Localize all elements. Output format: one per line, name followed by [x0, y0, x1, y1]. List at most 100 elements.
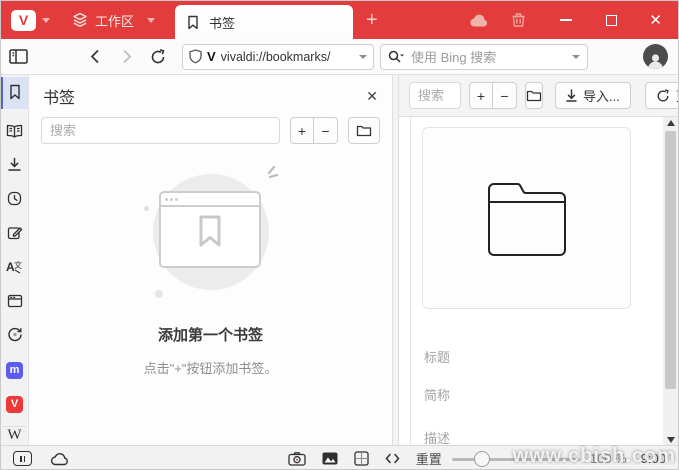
bookmark-icon	[8, 84, 22, 103]
page-search-input[interactable]	[409, 82, 461, 109]
panel-toolbar: + −	[29, 117, 392, 144]
break-mode-icon[interactable]	[13, 451, 32, 466]
import-label: 导入...	[583, 89, 620, 104]
new-tab-button[interactable]: +	[366, 10, 378, 30]
clock-display: 9:00	[640, 451, 666, 466]
zoom-level-value[interactable]: 100 %	[590, 451, 627, 466]
page-add-remove-group: + −	[469, 82, 517, 109]
bookmark-ribbon-icon	[161, 215, 259, 249]
translate-icon: A文	[6, 259, 23, 277]
url-dropdown-icon[interactable]	[359, 54, 367, 59]
panel-search-input[interactable]	[41, 117, 280, 144]
back-button[interactable]	[90, 49, 100, 64]
sidebar-item-notes[interactable]	[1, 217, 28, 251]
bookmarks-empty-state: 添加第一个书签 点击"+"按钮添加书签。	[29, 144, 392, 377]
browser-window: V 工作区 书签 + ✕ V vivaldi://bookmarks/ 使用 B…	[0, 0, 679, 470]
browser-window-illustration	[158, 191, 261, 268]
window-panel-icon	[7, 294, 23, 311]
sync-cloud-icon[interactable]	[469, 13, 491, 28]
sidebar-item-reading-list[interactable]	[1, 115, 28, 149]
field-nickname-label: 简称	[424, 388, 451, 403]
page-remove-bookmark-button[interactable]: −	[493, 82, 517, 109]
workspaces-icon	[72, 12, 88, 28]
sidebar-item-history[interactable]	[1, 183, 28, 217]
page-toolbar: + − 导入... 更	[399, 75, 678, 117]
zoom-reset-button[interactable]: 重置	[416, 449, 442, 468]
workspace-button[interactable]: 工作区	[72, 11, 156, 30]
panel-close-icon[interactable]: ✕	[366, 88, 378, 105]
thumbnail-preview-card	[422, 127, 631, 309]
toggle-images-icon[interactable]	[322, 452, 338, 465]
page-content: 标题 简称 描述	[399, 117, 678, 445]
sidebar-item-translate[interactable]: A文	[1, 251, 28, 285]
zoom-slider-track[interactable]	[451, 457, 580, 461]
update-thumbnails-button[interactable]: 更	[644, 82, 678, 109]
field-description-label: 描述	[424, 431, 451, 445]
page-add-bookmark-button[interactable]: +	[469, 82, 493, 109]
downloads-icon	[7, 157, 22, 175]
workspace-label: 工作区	[95, 13, 135, 29]
panel-add-remove-group: + −	[290, 117, 338, 144]
trash-icon[interactable]	[511, 12, 526, 28]
shield-icon[interactable]	[189, 49, 202, 64]
capture-page-icon[interactable]	[288, 451, 306, 466]
scrollbar-down-icon[interactable]	[666, 437, 675, 443]
empty-state-illustration	[143, 165, 278, 298]
panel-toggle-icon[interactable]	[9, 49, 28, 64]
bookmarks-panel: 书签 ✕ + −	[29, 75, 393, 445]
profile-avatar[interactable]	[643, 44, 668, 69]
zoom-slider-knob[interactable]	[473, 450, 490, 467]
page-new-folder-button[interactable]	[525, 82, 543, 109]
tiling-icon[interactable]	[354, 451, 369, 466]
maximize-button[interactable]	[606, 14, 618, 26]
sidebar-item-downloads[interactable]	[1, 149, 28, 183]
svg-text:文: 文	[14, 260, 22, 270]
empty-state-hint: 点击"+"按钮添加书签。	[143, 361, 278, 376]
panel-sidebar: A文 m V W	[1, 75, 29, 445]
mastodon-webpanel-icon: m	[6, 361, 23, 379]
search-dropdown-icon[interactable]	[572, 54, 580, 59]
sidebar-item-bookmarks[interactable]	[1, 77, 28, 109]
add-bookmark-button[interactable]: +	[290, 117, 314, 144]
refresh-icon	[657, 88, 669, 101]
status-bar: 重置 100 % 9:00	[1, 445, 678, 469]
sidebar-item-sessions[interactable]	[1, 319, 28, 353]
page-actions-icon[interactable]	[385, 453, 400, 464]
minimize-button[interactable]	[560, 19, 573, 21]
remove-bookmark-button[interactable]: −	[314, 117, 338, 144]
bookmark-icon	[186, 15, 200, 30]
vivaldi-menu-button[interactable]: V	[11, 9, 36, 31]
tab-label: 书签	[209, 15, 236, 31]
import-button[interactable]: 导入...	[555, 82, 631, 109]
search-engine-icon[interactable]	[388, 50, 405, 64]
vivaldi-webpanel-icon: V	[6, 395, 23, 413]
page-scrollbar[interactable]	[663, 117, 678, 445]
search-field[interactable]: 使用 Bing 搜索	[380, 43, 588, 70]
folder-preview-icon	[487, 183, 566, 256]
address-bar: V vivaldi://bookmarks/ 使用 Bing 搜索	[1, 39, 678, 75]
tab-bookmarks[interactable]: 书签	[175, 5, 354, 39]
vivaldi-badge-icon[interactable]: V	[207, 49, 216, 64]
scrollbar-up-icon[interactable]	[666, 120, 675, 126]
scrollbar-thumb[interactable]	[665, 131, 676, 389]
vivaldi-menu-caret-icon[interactable]	[42, 17, 50, 23]
sidebar-item-window-panel[interactable]	[1, 285, 28, 319]
empty-state-title: 添加第一个书签	[157, 327, 263, 344]
new-folder-button[interactable]	[348, 117, 380, 144]
zoom-slider[interactable]	[451, 450, 580, 467]
url-field[interactable]: V vivaldi://bookmarks/	[182, 43, 374, 70]
wikipedia-webpanel-icon[interactable]: W	[1, 427, 28, 445]
title-bar: V 工作区 书签 + ✕	[1, 1, 678, 39]
window-body: A文 m V W 书签 ✕ 搜索 + − 添加第一个书签 点击"+"按钮添加书签…	[1, 75, 678, 445]
field-title-label: 标题	[424, 350, 451, 365]
forward-button[interactable]	[122, 49, 132, 64]
url-text[interactable]: vivaldi://bookmarks/	[221, 50, 354, 64]
close-button[interactable]: ✕	[649, 13, 662, 28]
update-label: 更	[676, 86, 678, 105]
sidebar-item-mastodon-webpanel[interactable]: m	[1, 353, 28, 387]
search-placeholder[interactable]: 使用 Bing 搜索	[411, 47, 566, 66]
reload-button[interactable]	[150, 48, 166, 65]
bookmarks-page: + − 导入... 更	[399, 75, 678, 445]
sync-status-icon[interactable]	[50, 452, 71, 466]
sidebar-item-vivaldi-webpanel[interactable]: V	[1, 387, 28, 421]
